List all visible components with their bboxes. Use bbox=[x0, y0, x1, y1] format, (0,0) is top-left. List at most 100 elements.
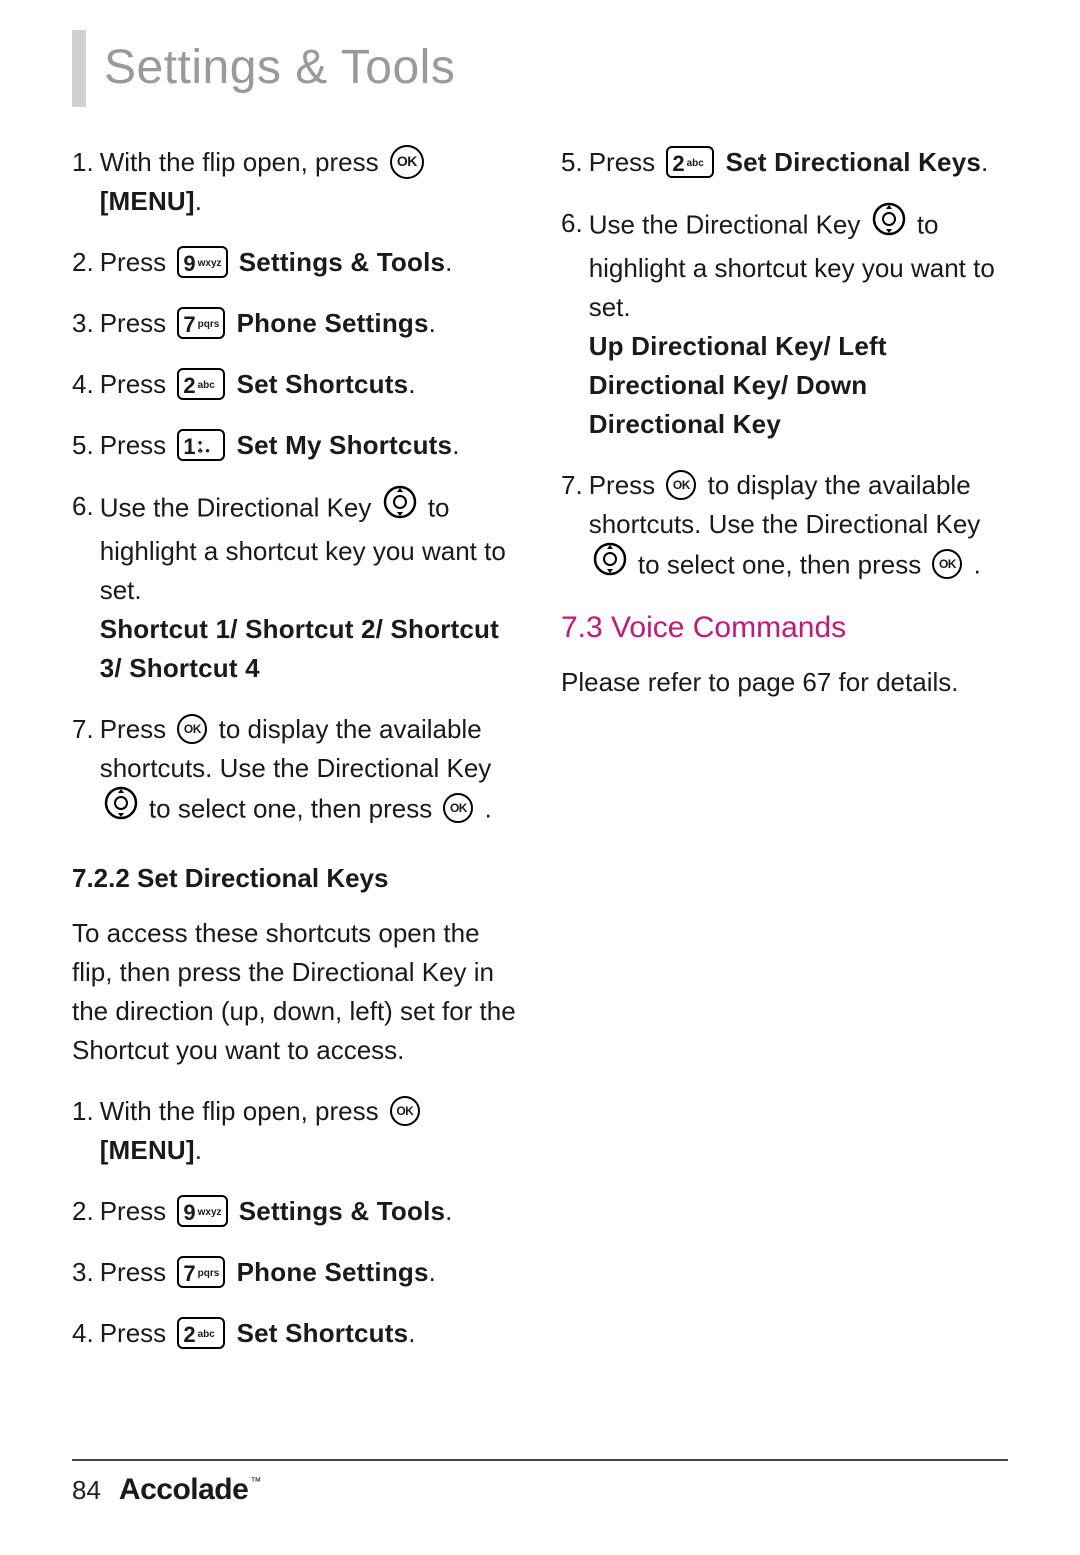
step-number: 5. bbox=[72, 426, 94, 465]
key-9-icon: 9wxyz bbox=[177, 246, 227, 278]
text: . bbox=[981, 147, 988, 177]
key-7-icon: 7pqrs bbox=[177, 1256, 225, 1288]
text: . bbox=[445, 247, 452, 277]
shortcut-list: Shortcut 1/ Shortcut 2/ Shortcut 3/ Shor… bbox=[100, 614, 499, 683]
key-2-icon: 2abc bbox=[177, 1317, 225, 1349]
step-5: 5. Press 1●♣ ● Set My Shortcuts. bbox=[72, 426, 519, 465]
step-body: Press 2abc Set Shortcuts. bbox=[100, 365, 519, 404]
step-number: 2. bbox=[72, 243, 94, 282]
key-1-icon: 1●♣ ● bbox=[177, 429, 225, 461]
content-columns: 1. With the flip open, press OK [MENU]. … bbox=[72, 143, 1008, 1375]
ok-icon: OK bbox=[666, 470, 696, 500]
directional-key-icon bbox=[383, 485, 417, 530]
label: Set Shortcuts bbox=[237, 1318, 409, 1348]
label: Set Shortcuts bbox=[237, 369, 409, 399]
step-body: Press OK to display the available shortc… bbox=[100, 710, 519, 833]
text: to select one, then press bbox=[638, 549, 929, 579]
key-2-icon: 2abc bbox=[177, 368, 225, 400]
step-2: 2. Press 9wxyz Settings & Tools. bbox=[72, 243, 519, 282]
key-2-icon: 2abc bbox=[666, 146, 714, 178]
text: With the flip open, press bbox=[100, 147, 386, 177]
dir-step-3: 3. Press 7pqrs Phone Settings. bbox=[72, 1253, 519, 1292]
step-body: Press 1●♣ ● Set My Shortcuts. bbox=[100, 426, 519, 465]
text: Use the Directional Key bbox=[100, 492, 379, 522]
text: Press bbox=[589, 147, 663, 177]
step-number: 1. bbox=[72, 143, 94, 182]
label: Settings & Tools bbox=[239, 1196, 445, 1226]
text: . bbox=[195, 186, 202, 216]
directional-key-icon bbox=[593, 542, 627, 587]
step-body: With the flip open, press OK [MENU]. bbox=[100, 1092, 519, 1170]
label: Phone Settings bbox=[237, 1257, 429, 1287]
text: Press bbox=[589, 470, 663, 500]
text: Press bbox=[100, 430, 174, 460]
step-number: 6. bbox=[72, 487, 94, 526]
step-3: 3. Press 7pqrs Phone Settings. bbox=[72, 304, 519, 343]
dir-step-6: 6. Use the Directional Key to highlight … bbox=[561, 204, 1008, 444]
left-column: 1. With the flip open, press OK [MENU]. … bbox=[72, 143, 519, 1375]
text: Press bbox=[100, 1196, 174, 1226]
key-7-icon: 7pqrs bbox=[177, 307, 225, 339]
page-number: 84 bbox=[72, 1475, 101, 1506]
directional-key-icon bbox=[872, 202, 906, 247]
page-title-block: Settings & Tools bbox=[72, 30, 1008, 107]
ok-icon: OK bbox=[932, 549, 962, 579]
text: With the flip open, press bbox=[100, 1096, 386, 1126]
text: . bbox=[408, 1318, 415, 1348]
brand-text: Accolade bbox=[119, 1473, 248, 1506]
text: . bbox=[408, 369, 415, 399]
step-body: With the flip open, press OK [MENU]. bbox=[100, 143, 519, 221]
step-body: Use the Directional Key to highlight a s… bbox=[100, 487, 519, 688]
text: . bbox=[445, 1196, 452, 1226]
step-1: 1. With the flip open, press OK [MENU]. bbox=[72, 143, 519, 221]
step-number: 3. bbox=[72, 1253, 94, 1292]
step-number: 1. bbox=[72, 1092, 94, 1131]
step-number: 2. bbox=[72, 1192, 94, 1231]
text: . bbox=[485, 793, 492, 823]
ok-icon: OK bbox=[390, 1096, 420, 1126]
step-number: 4. bbox=[72, 365, 94, 404]
step-body: Press 7pqrs Phone Settings. bbox=[100, 1253, 519, 1292]
step-body: Press 7pqrs Phone Settings. bbox=[100, 304, 519, 343]
step-number: 5. bbox=[561, 143, 583, 182]
dir-step-5: 5. Press 2abc Set Directional Keys. bbox=[561, 143, 1008, 182]
trademark-symbol: ™ bbox=[250, 1476, 261, 1488]
page-title: Settings & Tools bbox=[104, 30, 455, 107]
dir-step-7: 7. Press OK to display the available sho… bbox=[561, 466, 1008, 589]
menu-label: [MENU] bbox=[100, 1135, 195, 1165]
step-body: Press OK to display the available shortc… bbox=[589, 466, 1008, 589]
text: Press bbox=[100, 308, 174, 338]
text: . bbox=[452, 430, 459, 460]
step-number: 7. bbox=[561, 466, 583, 505]
step-4: 4. Press 2abc Set Shortcuts. bbox=[72, 365, 519, 404]
text: Press bbox=[100, 1257, 174, 1287]
step-6: 6. Use the Directional Key to highlight … bbox=[72, 487, 519, 688]
ok-icon: OK bbox=[177, 714, 207, 744]
step-number: 7. bbox=[72, 710, 94, 749]
step-body: Press 2abc Set Directional Keys. bbox=[589, 143, 1008, 182]
ok-icon: OK bbox=[443, 793, 473, 823]
right-column: 5. Press 2abc Set Directional Keys. 6. U… bbox=[561, 143, 1008, 1375]
dir-step-1: 1. With the flip open, press OK [MENU]. bbox=[72, 1092, 519, 1170]
step-number: 3. bbox=[72, 304, 94, 343]
ok-icon: OK bbox=[390, 145, 424, 179]
step-number: 6. bbox=[561, 204, 583, 243]
text: . bbox=[429, 308, 436, 338]
directional-key-icon bbox=[104, 786, 138, 831]
text: . bbox=[195, 1135, 202, 1165]
section-paragraph: Please refer to page 67 for details. bbox=[561, 663, 1008, 702]
text: Press bbox=[100, 1318, 174, 1348]
step-body: Press 9wxyz Settings & Tools. bbox=[100, 243, 519, 282]
text: . bbox=[429, 1257, 436, 1287]
text: Press bbox=[100, 714, 174, 744]
step-7: 7. Press OK to display the available sho… bbox=[72, 710, 519, 833]
subsection-title: 7.2.2 Set Directional Keys bbox=[72, 863, 519, 894]
step-body: Press 2abc Set Shortcuts. bbox=[100, 1314, 519, 1353]
menu-label: [MENU] bbox=[100, 186, 195, 216]
text: Use the Directional Key bbox=[589, 209, 868, 239]
text: . bbox=[974, 549, 981, 579]
key-9-icon: 9wxyz bbox=[177, 1195, 227, 1227]
label: Set Directional Keys bbox=[726, 147, 981, 177]
dir-key-list: Up Directional Key/ Left Directional Key… bbox=[589, 331, 887, 439]
section-heading-voice-commands: 7.3 Voice Commands bbox=[561, 611, 1008, 645]
